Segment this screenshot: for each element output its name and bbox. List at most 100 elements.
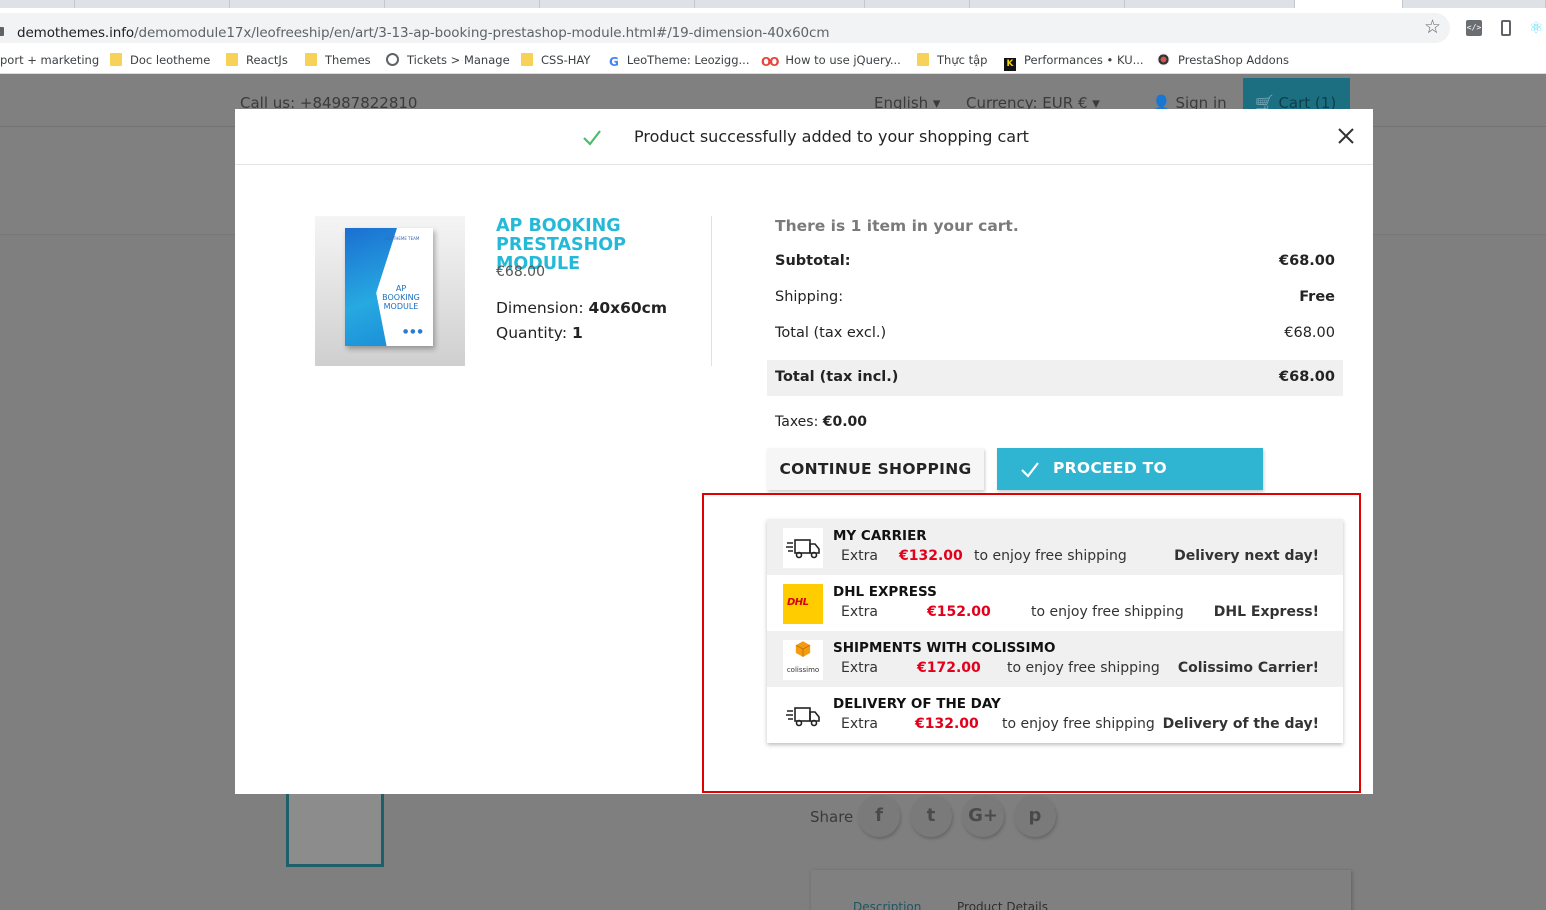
dhl-logo-text: DHL (787, 597, 809, 608)
cart-item-count: There is 1 item in your cart. (775, 217, 1019, 235)
bookmark-item[interactable]: G LeoTheme: Leozigg... (609, 52, 750, 69)
google-icon: G (609, 55, 619, 69)
bookmark-item[interactable]: Themes (305, 52, 371, 68)
carrier-enjoy-text: to enjoy free shipping (1007, 660, 1160, 676)
browser-tab[interactable] (75, 0, 230, 8)
cover-brand: LEOTHEME TEAM (385, 236, 420, 241)
bookmark-item[interactable]: CSS-HAY (521, 52, 590, 68)
browser-tab[interactable] (385, 0, 540, 8)
browser-tab[interactable] (865, 0, 970, 8)
bookmark-item[interactable]: K Performances • KU... (1004, 52, 1144, 71)
carrier-extra-label: Extra (841, 604, 878, 620)
carrier-row: DELIVERY OF THE DAY Extra €132.00 to enj… (767, 687, 1343, 743)
bookmark-item[interactable]: PrestaShop Addons (1157, 52, 1289, 68)
browser-tab[interactable] (970, 0, 1125, 8)
url-path: /demomodule17x/leofreeship/en/art/3-13-a… (134, 25, 830, 41)
browser-tab-active[interactable] (1295, 0, 1403, 8)
bookmark-label: Thực tập (937, 53, 988, 67)
carrier-extra-label: Extra (841, 660, 878, 676)
proceed-to-checkout-button[interactable]: PROCEED TO CHECKOUT (997, 448, 1263, 517)
browser-tab[interactable] (1403, 0, 1546, 8)
product-tabs: Description Product Details (811, 870, 1351, 910)
carrier-description: Colissimo Carrier! (1177, 660, 1319, 676)
url-input[interactable]: demothemes.info/demomodule17x/leofreeshi… (0, 13, 1450, 43)
check-icon (583, 130, 601, 146)
product-dimension: Dimension: 40x60cm (496, 299, 667, 317)
taxes-label: Taxes: (775, 414, 823, 430)
bookmark-label: ReactJs (246, 53, 288, 67)
quantity-label: Quantity: (496, 324, 573, 342)
product-image: LEOTHEME TEAM AP BOOKING MODULE ●●● (315, 216, 465, 366)
modal-title: Product successfully added to your shopp… (634, 127, 1029, 146)
bookmark-item[interactable]: Tickets > Manage (386, 52, 510, 68)
url-text[interactable]: demothemes.info/demomodule17x/leofreeshi… (17, 25, 830, 41)
total-excl-label: Total (tax excl.) (775, 325, 887, 341)
bookmark-item[interactable]: OO How to use jQuery... (761, 52, 901, 69)
bookmark-item[interactable]: Doc leotheme (110, 52, 210, 68)
browser-tab[interactable] (230, 0, 385, 8)
dimension-label: Dimension: (496, 299, 589, 317)
facebook-icon[interactable]: f (858, 795, 900, 837)
taxes-row: Taxes: €0.00 (775, 414, 867, 430)
carrier-description: Delivery of the day! (1162, 716, 1319, 732)
bookmark-label: LeoTheme: Leozigg... (626, 53, 750, 67)
cover-title: AP BOOKING MODULE (382, 284, 420, 311)
browser-tab[interactable] (1125, 0, 1295, 8)
carrier-row: colissimo SHIPMENTS WITH COLISSIMO Extra… (767, 631, 1343, 687)
tab-product-details[interactable]: Product Details (957, 900, 1048, 910)
globe-icon (386, 53, 399, 66)
tab-description[interactable]: Description (853, 900, 921, 910)
carrier-extra-label: Extra (841, 716, 878, 732)
mobile-extension-icon[interactable] (1501, 20, 1511, 36)
folder-icon (110, 53, 122, 66)
carrier-description: DHL Express! (1213, 604, 1319, 620)
cover-dots: ●●● (403, 328, 425, 335)
carrier-name: DELIVERY OF THE DAY (833, 696, 1001, 712)
shipping-label: Shipping: (775, 289, 844, 305)
bookmark-label: port + marketing (0, 53, 100, 67)
url-host: demothemes.info (17, 25, 135, 41)
twitter-icon[interactable]: t (910, 795, 952, 837)
close-icon[interactable] (1335, 125, 1357, 147)
bookmark-item[interactable]: Thực tập (917, 52, 987, 68)
react-extension-icon[interactable]: ⚛ (1529, 20, 1545, 36)
quantity-value: 1 (572, 324, 583, 342)
tab-strip (0, 0, 1546, 8)
carrier-enjoy-text: to enjoy free shipping (1031, 604, 1184, 620)
folder-icon (917, 53, 929, 66)
bookmark-star-icon[interactable]: ☆ (1424, 16, 1441, 38)
browser-tab[interactable] (540, 0, 695, 8)
colissimo-logo-icon: colissimo (783, 640, 823, 680)
pinterest-icon[interactable]: p (1014, 795, 1056, 837)
carrier-name: MY CARRIER (833, 528, 927, 544)
bookmark-label: Themes (325, 53, 371, 67)
subtotal-value: €68.00 (1279, 253, 1335, 269)
bookmark-item[interactable]: port + marketing (0, 52, 99, 68)
checkout-label: PROCEED TO CHECKOUT (1053, 459, 1168, 517)
carrier-extra-amount: €152.00 (927, 604, 991, 620)
truck-icon (783, 528, 823, 568)
devtools-extension-icon[interactable]: </> (1466, 20, 1482, 36)
carrier-row: MY CARRIER Extra €132.00 to enjoy free s… (767, 519, 1343, 575)
continue-shopping-button[interactable]: CONTINUE SHOPPING (767, 448, 984, 490)
product-quantity: Quantity: 1 (496, 324, 583, 342)
carrier-extra-amount: €132.00 (899, 548, 963, 564)
modal-header: Product successfully added to your shopp… (235, 109, 1373, 165)
bookmark-label: Tickets > Manage (407, 53, 510, 67)
k-logo-icon: K (1004, 58, 1016, 71)
browser-tab[interactable] (0, 0, 75, 8)
free-shipping-carriers: MY CARRIER Extra €132.00 to enjoy free s… (767, 519, 1343, 743)
browser-tab[interactable] (695, 0, 865, 8)
vertical-divider (711, 216, 712, 366)
dhl-logo-icon: DHL (783, 584, 823, 624)
truck-icon (783, 696, 823, 736)
carrier-name: SHIPMENTS WITH COLISSIMO (833, 640, 1056, 656)
bookmark-item[interactable]: ReactJs (226, 52, 288, 68)
product-thumbnail[interactable] (286, 789, 384, 867)
carrier-row: DHL DHL EXPRESS Extra €152.00 to enjoy f… (767, 575, 1343, 631)
bookmark-label: Performances • KU... (1024, 53, 1144, 67)
lock-icon[interactable] (0, 27, 4, 36)
shipping-row: Shipping: Free (767, 280, 1343, 316)
google-plus-icon[interactable]: G+ (962, 795, 1004, 837)
address-bar: demothemes.info/demomodule17x/leofreeshi… (0, 8, 1546, 46)
